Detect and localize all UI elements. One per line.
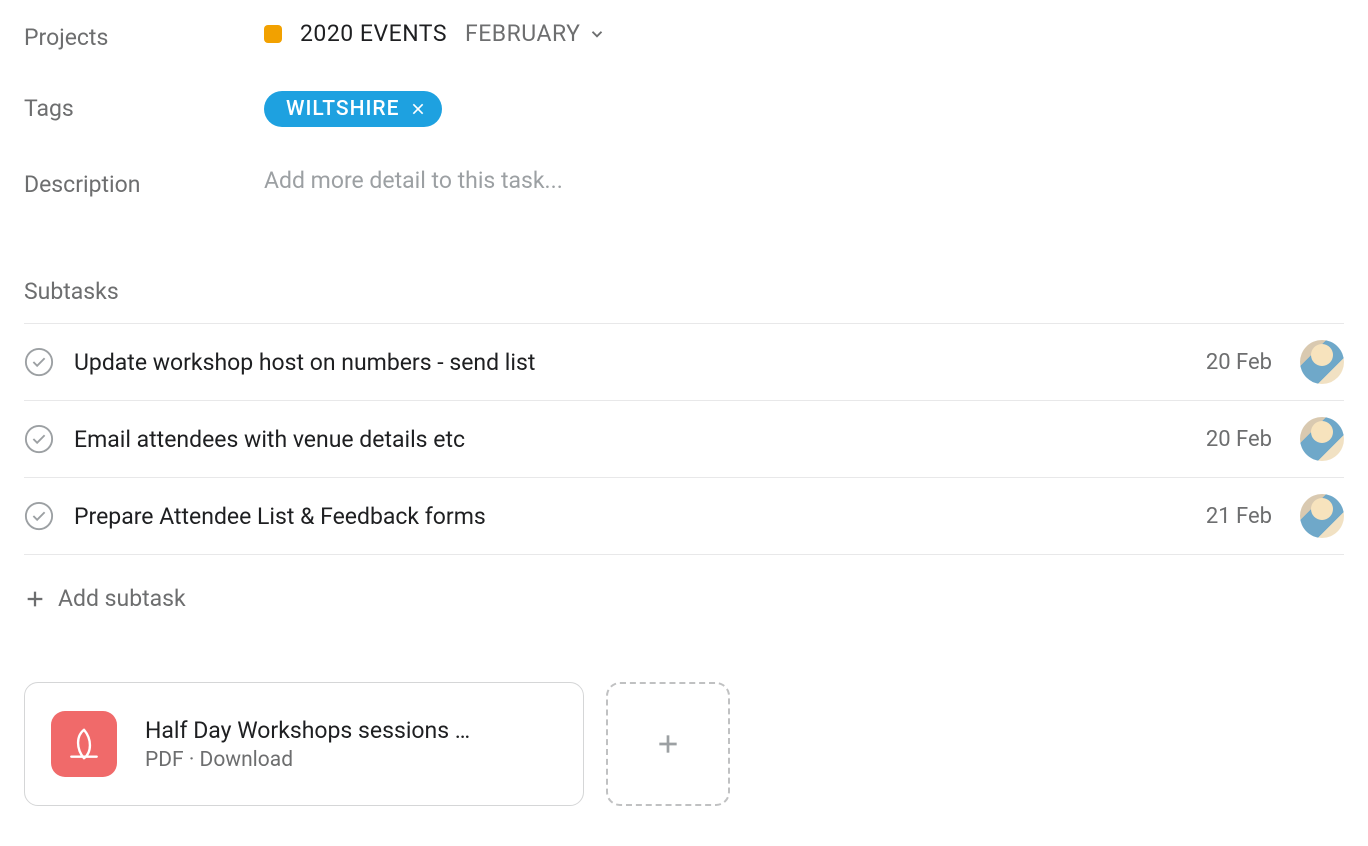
section-label: FEBRUARY bbox=[465, 20, 580, 47]
subtask-name: Prepare Attendee List & Feedback forms bbox=[74, 503, 1186, 530]
subtasks-section: Subtasks Update workshop host on numbers… bbox=[24, 278, 1344, 612]
attachment-type: PDF bbox=[145, 748, 184, 772]
attachments-section: Half Day Workshops sessions … PDF · Down… bbox=[24, 682, 1344, 806]
attachment-name: Half Day Workshops sessions … bbox=[145, 717, 557, 744]
check-circle-icon[interactable] bbox=[24, 424, 54, 454]
plus-icon bbox=[24, 588, 46, 610]
attachment-card[interactable]: Half Day Workshops sessions … PDF · Down… bbox=[24, 682, 584, 806]
subtask-row[interactable]: Prepare Attendee List & Feedback forms 2… bbox=[24, 478, 1344, 555]
subtask-name: Email attendees with venue details etc bbox=[74, 426, 1186, 453]
project-name[interactable]: 2020 EVENTS bbox=[300, 20, 447, 47]
subtask-date: 20 Feb bbox=[1206, 427, 1272, 452]
plus-icon bbox=[655, 731, 681, 757]
subtask-name: Update workshop host on numbers - send l… bbox=[74, 349, 1186, 376]
description-placeholder: Add more detail to this task... bbox=[264, 167, 563, 194]
add-subtask-button[interactable]: Add subtask bbox=[24, 585, 1344, 612]
subtasks-header: Subtasks bbox=[24, 278, 1344, 323]
description-label: Description bbox=[24, 167, 264, 198]
tags-value: WILTSHIRE bbox=[264, 91, 1344, 127]
check-circle-icon[interactable] bbox=[24, 347, 54, 377]
assignee-avatar[interactable] bbox=[1300, 494, 1344, 538]
subtask-row[interactable]: Update workshop host on numbers - send l… bbox=[24, 324, 1344, 401]
projects-field-row: Projects 2020 EVENTS FEBRUARY bbox=[24, 20, 1344, 51]
tag-label: WILTSHIRE bbox=[286, 97, 400, 121]
projects-label: Projects bbox=[24, 20, 264, 51]
subtask-date: 21 Feb bbox=[1206, 504, 1272, 529]
attachment-info: Half Day Workshops sessions … PDF · Down… bbox=[145, 717, 557, 772]
subtask-date: 20 Feb bbox=[1206, 350, 1272, 375]
section-dropdown[interactable]: FEBRUARY bbox=[465, 20, 606, 47]
tag-wiltshire[interactable]: WILTSHIRE bbox=[264, 91, 442, 127]
add-attachment-button[interactable] bbox=[606, 682, 730, 806]
assignee-avatar[interactable] bbox=[1300, 417, 1344, 461]
tags-field-row: Tags WILTSHIRE bbox=[24, 91, 1344, 127]
assignee-avatar[interactable] bbox=[1300, 340, 1344, 384]
subtask-row[interactable]: Email attendees with venue details etc 2… bbox=[24, 401, 1344, 478]
close-icon[interactable] bbox=[410, 101, 426, 117]
description-value[interactable]: Add more detail to this task... bbox=[264, 167, 1344, 194]
add-subtask-label: Add subtask bbox=[58, 585, 186, 612]
project-color-dot bbox=[264, 25, 282, 43]
chevron-down-icon bbox=[588, 25, 606, 43]
projects-value: 2020 EVENTS FEBRUARY bbox=[264, 20, 1344, 47]
description-field-row: Description Add more detail to this task… bbox=[24, 167, 1344, 198]
check-circle-icon[interactable] bbox=[24, 501, 54, 531]
pdf-icon bbox=[51, 711, 117, 777]
attachment-download-link[interactable]: Download bbox=[200, 748, 294, 772]
tags-label: Tags bbox=[24, 91, 264, 122]
subtask-list: Update workshop host on numbers - send l… bbox=[24, 323, 1344, 555]
attachment-meta: PDF · Download bbox=[145, 748, 557, 772]
